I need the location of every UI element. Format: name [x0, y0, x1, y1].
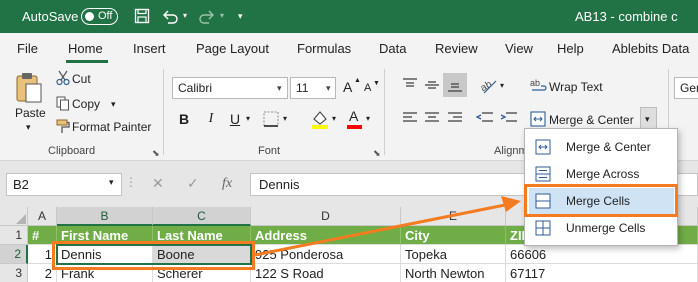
- menu-item-label: Merge & Center: [566, 140, 651, 154]
- unmerge-cells-icon: [535, 220, 551, 236]
- menu-item-unmerge-cells[interactable]: Unmerge Cells: [529, 215, 674, 242]
- menu-item-merge-center[interactable]: Merge & Center: [529, 134, 674, 161]
- merge-across-icon: [535, 166, 551, 182]
- menu-item-label: Unmerge Cells: [566, 221, 646, 235]
- merge-center-icon: [535, 139, 551, 155]
- menu-item-label: Merge Across: [566, 167, 640, 181]
- merge-cells-callout: [524, 184, 678, 217]
